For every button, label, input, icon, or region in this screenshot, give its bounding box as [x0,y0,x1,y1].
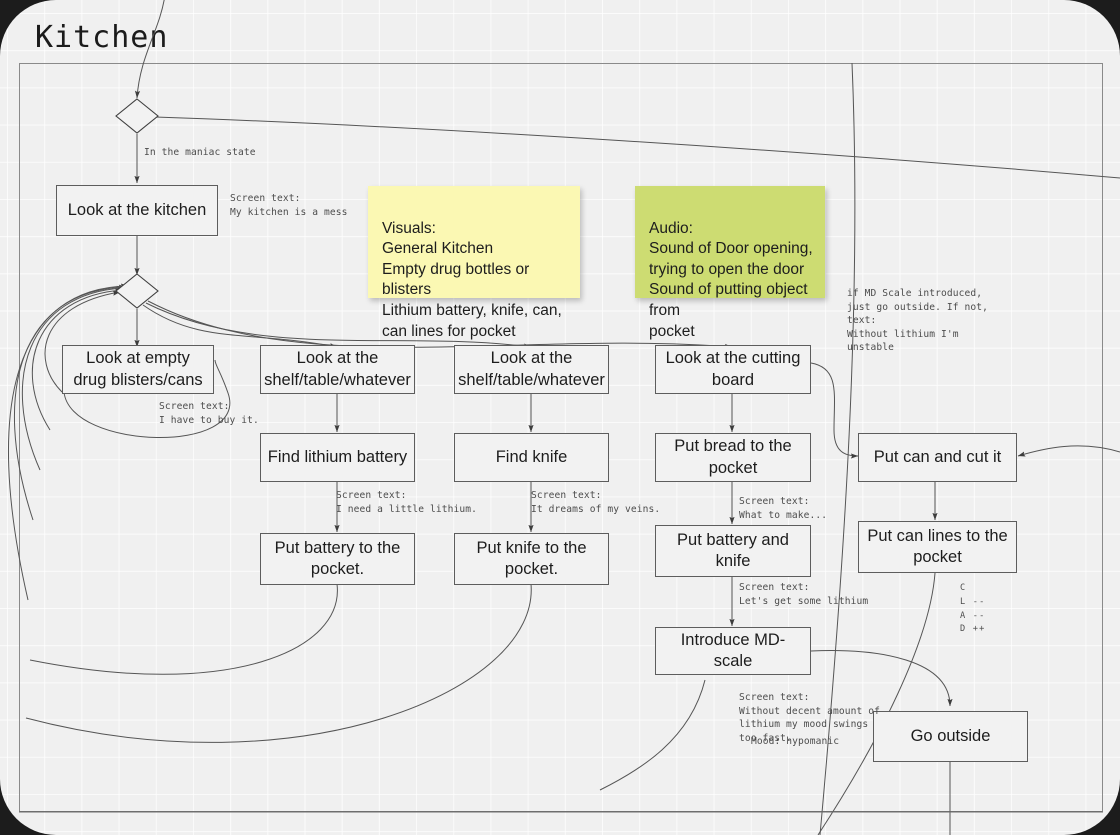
annotation-screen-text-getsome: Screen text: Let's get some lithium [739,582,869,607]
node-go-outside[interactable]: Go outside [873,711,1028,762]
node-label: Find knife [495,447,568,466]
annotation-clad-stats: C L -- A -- D ++ [960,583,986,635]
node-look-blisters[interactable]: Look at empty drug blisters/cans [62,345,214,394]
node-label: Put knife to the pocket. [476,538,587,578]
sticky-note-text: Visuals: General Kitchen Empty drug bott… [382,219,562,340]
annotation-maniac-state: In the maniac state [144,147,256,158]
node-put-can-lines[interactable]: Put can lines to the pocket [858,521,1017,573]
node-look-kitchen[interactable]: Look at the kitchen [56,185,218,236]
annotation-screen-text-lithium: Screen text: I need a little lithium. [336,490,478,515]
annotation-screen-text-veins: Screen text: It dreams of my veins. [531,490,661,515]
node-label: Put can lines to the pocket [867,526,1008,566]
node-label: Put battery to the pocket. [274,538,401,578]
diagram-canvas[interactable]: Kitchen Look at the kitchen Look at empt… [0,0,1120,835]
node-look-shelf-1[interactable]: Look at the shelf/table/whatever [260,345,415,394]
node-put-can-cut[interactable]: Put can and cut it [858,433,1017,482]
page-title: Kitchen [35,20,169,55]
node-put-knife-pocket[interactable]: Put knife to the pocket. [454,533,609,585]
annotation-md-scale-condition: if MD Scale introduced, just go outside.… [847,288,989,354]
node-label: Go outside [910,726,991,745]
node-look-cutting-board[interactable]: Look at the cutting board [655,345,811,394]
node-label: Look at the cutting board [665,349,801,389]
node-find-battery[interactable]: Find lithium battery [260,433,415,482]
node-label: Put can and cut it [873,447,1002,466]
annotation-screen-text-make: Screen text: What to make... [739,496,828,521]
node-label: Introduce MD-scale [680,630,786,670]
node-put-bread[interactable]: Put bread to the pocket [655,433,811,482]
node-introduce-md-scale[interactable]: Introduce MD-scale [655,627,811,675]
node-label: Look at the shelf/table/whatever [458,349,605,389]
node-find-knife[interactable]: Find knife [454,433,609,482]
annotation-mood-hypomanic: Mood: hypomanic [751,736,840,747]
sticky-note-visuals[interactable]: Visuals: General Kitchen Empty drug bott… [368,186,580,340]
node-put-battery-knife[interactable]: Put battery and knife [655,525,811,577]
sticky-note-audio[interactable]: Audio: Sound of Door opening, trying to … [635,186,825,340]
node-label: Find lithium battery [267,447,408,466]
node-label: Look at empty drug blisters/cans [73,349,203,389]
node-label: Put bread to the pocket [674,437,792,477]
node-label: Put battery and knife [677,530,789,570]
annotation-screen-text-kitchen: Screen text: My kitchen is a mess [230,193,348,218]
node-look-shelf-2[interactable]: Look at the shelf/table/whatever [454,345,609,394]
annotation-screen-text-buy: Screen text: I have to buy it. [159,401,259,426]
diagram-screen: Kitchen Look at the kitchen Look at empt… [0,0,1120,835]
node-label: Look at the shelf/table/whatever [264,349,411,389]
node-label: Look at the kitchen [67,200,207,219]
node-put-battery-pocket[interactable]: Put battery to the pocket. [260,533,415,585]
